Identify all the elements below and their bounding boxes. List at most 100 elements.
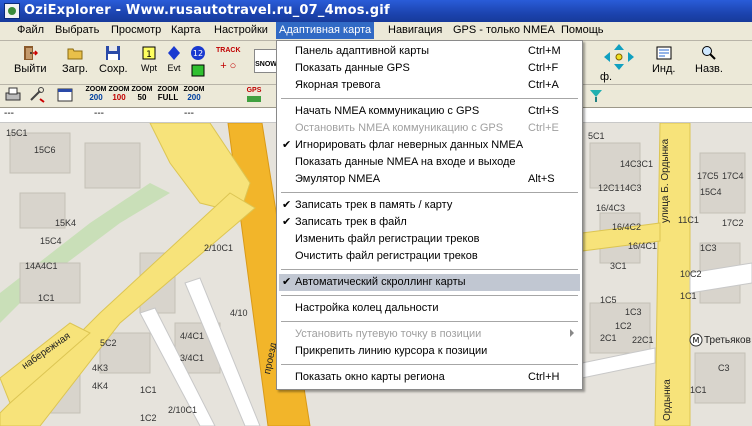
menu-item-clear-track-log[interactable]: Очистить файл регистрации треков — [277, 248, 582, 265]
zoom-full-button[interactable]: ZOOM FULL — [155, 86, 181, 105]
map-label: 15K4 — [55, 218, 77, 228]
waypoint-button[interactable]: 1 Wpt — [141, 45, 157, 73]
menu-adaptive-map[interactable]: Адаптивная карта — [276, 22, 375, 39]
map-label: 3/4C1 — [180, 353, 205, 363]
map-label: 17C2 — [722, 218, 744, 228]
map-label: 14А4С1 — [25, 261, 58, 271]
zoom-100-button[interactable]: ZOOM 100 — [108, 86, 130, 105]
map-label: 16/4C2 — [612, 222, 642, 232]
map-label: 2/10C1 — [168, 405, 198, 415]
folder-icon — [67, 48, 83, 60]
window-icon[interactable] — [56, 87, 74, 103]
track-button[interactable]: TRACK + ○ — [216, 47, 241, 72]
menu-separator — [281, 321, 578, 322]
coord-value-3: --- — [184, 108, 194, 119]
menu-select[interactable]: Выбрать — [55, 24, 99, 36]
print-icon[interactable] — [4, 87, 22, 103]
route-number-icon: 12 — [191, 46, 205, 60]
menu-settings[interactable]: Настройки — [214, 24, 268, 36]
menu-item-record-track-memory[interactable]: ✔ Записать трек в память / карту — [277, 197, 582, 214]
map-label: 16/4C3 — [596, 203, 626, 213]
street-label: Третьяков — [704, 335, 751, 346]
magnifier-icon — [701, 46, 716, 60]
map-label: 5C2 — [100, 338, 117, 348]
menu-view[interactable]: Просмотр — [111, 24, 161, 36]
gps-button[interactable]: GPS — [243, 87, 265, 106]
map-label: 16/4C1 — [628, 241, 658, 251]
map-label: 14C3 — [620, 183, 642, 193]
zoom-200b-button[interactable]: ZOOM 200 — [183, 86, 205, 105]
tools-icon[interactable] — [28, 87, 46, 103]
exit-button[interactable]: Выйти — [14, 45, 47, 75]
map-label: 17C4 — [722, 171, 744, 181]
map-label: 3C1 — [610, 261, 627, 271]
menu-help[interactable]: Помощь — [561, 24, 604, 36]
menu-item-range-rings[interactable]: Настройка колец дальности — [277, 300, 582, 317]
map-label: 4K4 — [92, 381, 109, 391]
map-label: 1C1 — [140, 385, 157, 395]
menu-separator — [281, 295, 578, 296]
map-label: 10C2 — [680, 269, 702, 279]
load-button[interactable]: Загр. — [62, 45, 88, 75]
menu-item-adaptive-panel[interactable]: Панель адаптивной карты Ctrl+M — [277, 43, 582, 60]
save-button[interactable]: Сохр. — [99, 45, 128, 75]
route-button[interactable]: 12 — [190, 45, 206, 81]
menu-item-show-nmea-io[interactable]: Показать данные NMEA на входе и выходе — [277, 154, 582, 171]
coord-value-1: --- — [4, 108, 14, 119]
menu-map[interactable]: Карта — [171, 24, 200, 36]
menu-item-show-gps-data[interactable]: Показать данные GPS Ctrl+F — [277, 60, 582, 77]
map-label: C3 — [718, 363, 730, 373]
coord-value-2: --- — [94, 108, 104, 119]
menu-item-change-track-log[interactable]: Изменить файл регистрации треков — [277, 231, 582, 248]
green-box-icon — [191, 64, 205, 77]
menu-item-anchor-alarm[interactable]: Якорная тревога Ctrl+A — [277, 77, 582, 94]
event-button[interactable]: Evt — [166, 45, 182, 73]
navigation-arrows-button[interactable]: ф. — [600, 43, 638, 83]
gps-antenna-icon — [247, 96, 261, 102]
floppy-icon — [106, 46, 121, 60]
menu-item-start-nmea[interactable]: Начать NMEA коммуникацию с GPS Ctrl+S — [277, 103, 582, 120]
check-icon: ✔ — [282, 199, 292, 211]
app-icon — [4, 3, 20, 19]
menu-item-attach-cursor-line[interactable]: Прикрепить линию курсора к позиции — [277, 343, 582, 360]
map-label: 1C2 — [140, 413, 157, 423]
map-label: 11C1 — [678, 215, 699, 225]
map-label: 4/4C1 — [180, 331, 205, 341]
map-label: 1C1 — [38, 293, 55, 303]
menu-item-region-map-window[interactable]: Показать окно карты региона Ctrl+H — [277, 369, 582, 386]
window-title: OziExplorer - Www.rusautotravel.ru_07_4m… — [24, 3, 390, 18]
menu-item-record-track-file[interactable]: ✔ Записать трек в файл — [277, 214, 582, 231]
snow-button[interactable]: SNOW — [254, 49, 278, 73]
menu-separator — [281, 192, 578, 193]
street-label: улица Б. Ордынка — [660, 138, 671, 223]
map-label: 1C5 — [600, 295, 617, 305]
track-plus-icon: + ○ — [220, 60, 237, 72]
names-button[interactable]: Назв. — [695, 45, 723, 75]
map-label: 15C4 — [700, 187, 722, 197]
gps-signal-icon[interactable] — [588, 87, 604, 103]
menu-item-stop-nmea: Остановить NMEA коммуникацию с GPS Ctrl+… — [295, 122, 559, 134]
svg-text:12: 12 — [193, 49, 203, 58]
map-label: 1C1 — [680, 291, 697, 301]
zoom-50-button[interactable]: ZOOM 50 — [131, 86, 153, 105]
menu-item-ignore-invalid-flag[interactable]: ✔ Игнорировать флаг неверных данных NMEA — [277, 137, 582, 154]
menu-item-auto-scroll[interactable]: ✔ Автоматический скроллинг карты — [279, 274, 580, 291]
index-button[interactable]: Инд. — [652, 45, 675, 75]
map-label: 15C1 — [6, 128, 28, 138]
menu-item-nmea-emulator[interactable]: Эмулятор NMEA Alt+S — [277, 171, 582, 188]
check-icon: ✔ — [282, 139, 292, 151]
adaptive-map-menu: Панель адаптивной карты Ctrl+M Показать … — [276, 40, 583, 390]
menu-separator — [281, 269, 578, 270]
map-label: 14C3C1 — [620, 159, 654, 169]
menu-navigation[interactable]: Навигация — [388, 24, 442, 36]
zoom-200-button[interactable]: ZOOM 200 — [85, 86, 107, 105]
map-label: 12C1 — [598, 183, 620, 193]
exit-icon — [24, 46, 39, 60]
menu-gps-nmea[interactable]: GPS - только NMEA — [453, 24, 555, 36]
map-label: 15C6 — [34, 145, 56, 155]
map-label: 15C4 — [40, 236, 62, 246]
menu-file[interactable]: Файл — [17, 24, 44, 36]
svg-text:M: M — [693, 336, 700, 345]
check-icon: ✔ — [282, 216, 292, 228]
menu-separator — [281, 98, 578, 99]
